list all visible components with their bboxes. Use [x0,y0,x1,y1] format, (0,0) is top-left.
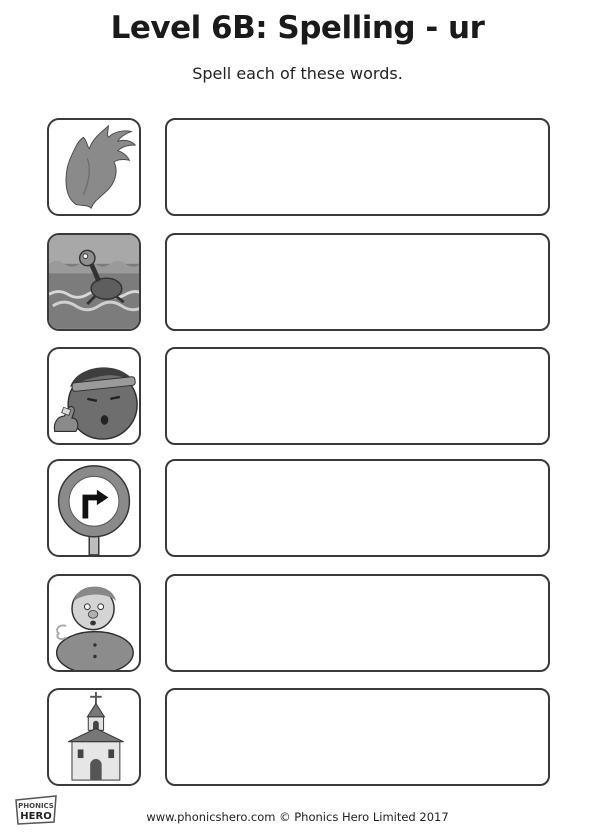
footer-credit: www.phonicshero.com © Phonics Hero Limit… [146,810,449,824]
church-icon [47,688,141,786]
answer-box-4[interactable] [165,459,550,557]
answer-box-5[interactable] [165,574,550,672]
word-row-3 [0,347,595,447]
svg-text:PHONICS: PHONICS [18,802,54,810]
answer-box-6[interactable] [165,688,550,786]
hurt-boy-icon [47,347,141,445]
answer-box-1[interactable] [165,118,550,216]
instruction-text: Spell each of these words. [192,64,403,83]
word-row-4 [0,459,595,559]
word-row-2 [0,233,595,333]
fur-icon [47,118,141,216]
turn-right-sign-icon [47,459,141,557]
answer-box-2[interactable] [165,233,550,331]
word-row-6 [0,688,595,788]
page-title: Level 6B: Spelling - ur [110,10,485,46]
turtle-icon [47,233,141,331]
burp-man-icon [47,574,141,672]
word-row-5 [0,574,595,674]
answer-box-3[interactable] [165,347,550,445]
word-row-1 [0,118,595,218]
